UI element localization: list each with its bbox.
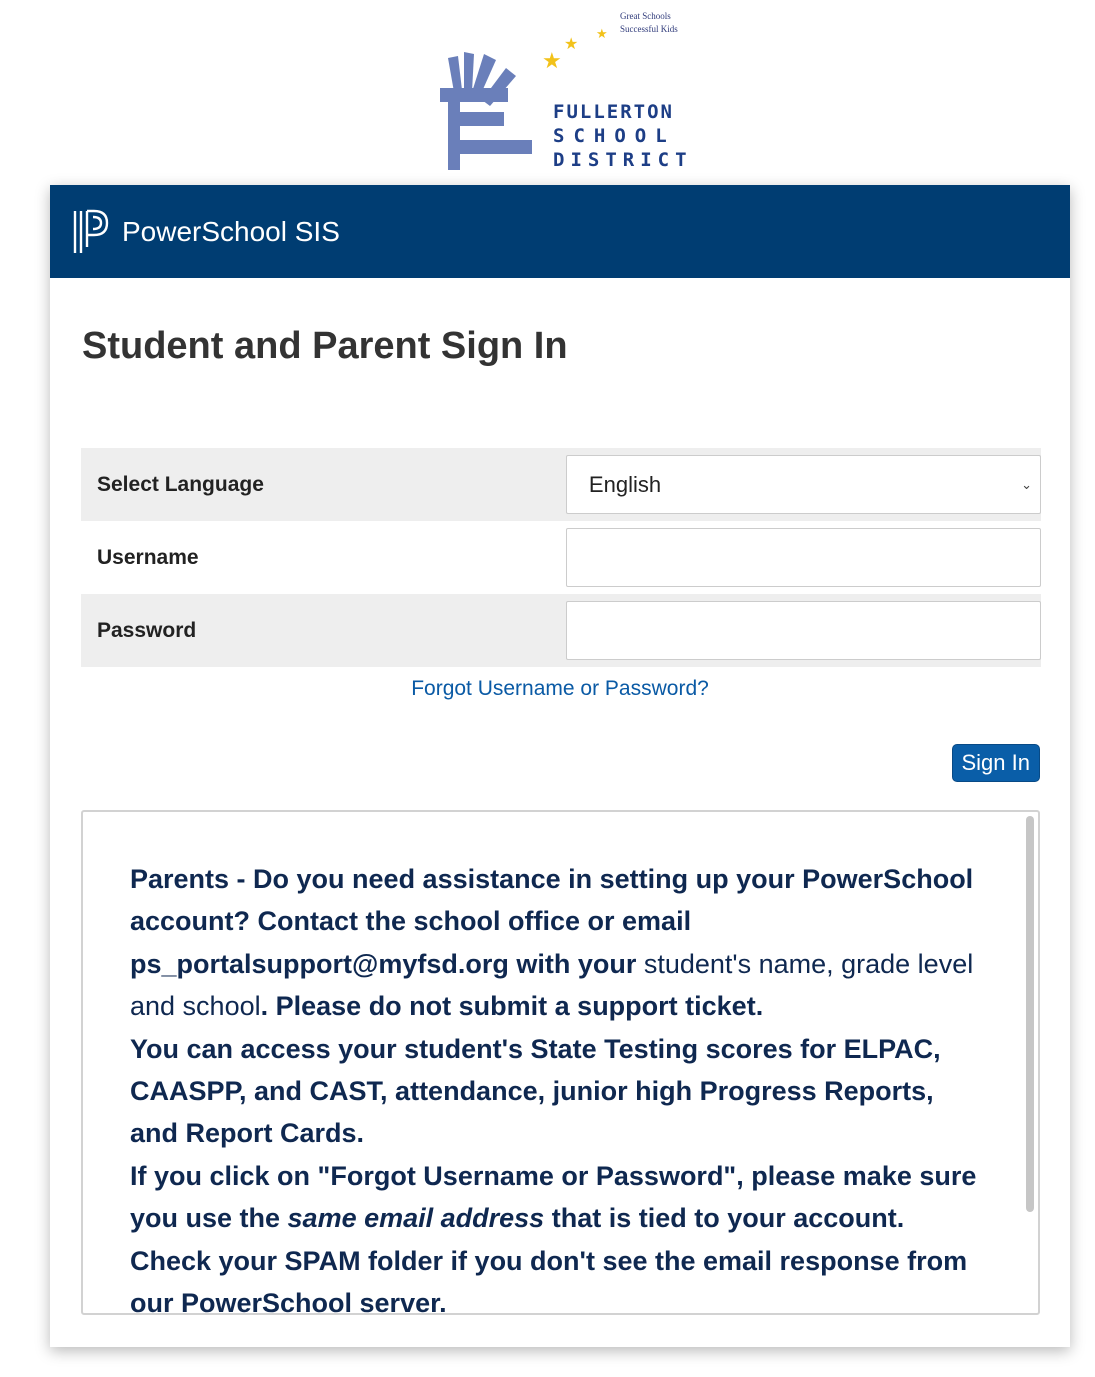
district-line-2: SCHOOL — [553, 125, 676, 147]
district-name: FULLERTON SCHOOL DISTRICT — [553, 100, 693, 172]
logo-tagline: Great Schools Successful Kids — [620, 10, 678, 36]
password-input[interactable] — [566, 601, 1041, 660]
district-line-1: FULLERTON — [553, 101, 674, 123]
password-label: Password — [97, 618, 197, 642]
powerschool-logo-icon — [73, 209, 109, 253]
notice-paragraph-1: Parents - Do you need assistance in sett… — [130, 864, 974, 1022]
tagline-line-2: Successful Kids — [620, 24, 678, 34]
district-line-3: DISTRICT — [553, 149, 693, 171]
tagline-line-1: Great Schools — [620, 11, 671, 21]
star-icon: ★ — [564, 36, 579, 53]
notice-paragraph-2: You can access your student's State Test… — [130, 1033, 941, 1149]
star-icon: ★ — [596, 26, 608, 41]
forgot-credentials-link[interactable]: Forgot Username or Password? — [50, 677, 1070, 701]
hand-icon — [440, 52, 532, 170]
header-bar: PowerSchool SIS — [50, 185, 1070, 278]
notice-text: Parents - Do you need assistance in sett… — [83, 812, 1038, 1315]
language-row: Select Language English ⌄ — [81, 448, 1041, 521]
username-input[interactable] — [566, 528, 1041, 587]
password-row: Password — [81, 594, 1041, 667]
brand-title: PowerSchool SIS — [122, 215, 340, 247]
district-logo: Great Schools Successful Kids ★ ★ ★ FULL… — [440, 8, 700, 178]
page-title: Student and Parent Sign In — [82, 325, 568, 367]
language-label: Select Language — [97, 472, 264, 496]
notice-paragraph-3: If you click on "Forgot Username or Pass… — [130, 1160, 977, 1315]
username-row: Username — [81, 521, 1041, 594]
chevron-down-icon: ⌄ — [1021, 476, 1032, 492]
notice-panel[interactable]: Parents - Do you need assistance in sett… — [81, 810, 1040, 1315]
signin-card: PowerSchool SIS Student and Parent Sign … — [50, 185, 1070, 1347]
signin-form: Select Language English ⌄ Username Passw… — [81, 448, 1041, 667]
language-select[interactable]: English ⌄ — [565, 455, 1041, 514]
notice-scrollbar[interactable] — [1026, 816, 1034, 1212]
sign-in-button[interactable]: Sign In — [951, 744, 1040, 782]
language-value: English — [588, 471, 662, 497]
username-label: Username — [97, 545, 199, 569]
